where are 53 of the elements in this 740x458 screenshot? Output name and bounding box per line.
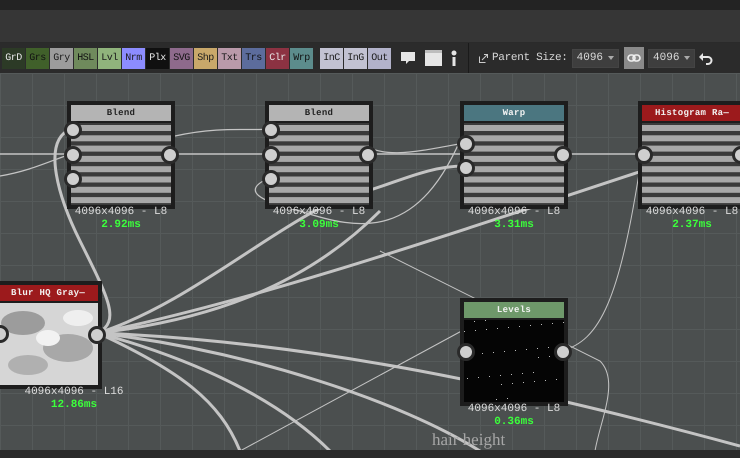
caret-icon (608, 56, 614, 60)
filter-button[interactable]: Clr (266, 48, 289, 68)
node-time: 3.09ms (299, 219, 339, 231)
node-time: 2.92ms (101, 219, 141, 231)
filter-button[interactable]: Lvl (98, 48, 121, 68)
node-time: 12.86ms (50, 399, 98, 411)
width-dropdown[interactable]: 4096 (572, 48, 620, 68)
parent-size-label: Parent Size: (492, 52, 568, 64)
filter-button[interactable]: Out (368, 48, 391, 68)
node-title: Histogram Ra— (642, 105, 740, 121)
filter-button[interactable]: Plx (146, 48, 169, 68)
filter-button[interactable]: Nrm (122, 48, 145, 68)
node-title: Blend (71, 105, 171, 121)
input-port[interactable] (635, 146, 653, 164)
node-title: Blend (269, 105, 369, 121)
filter-button[interactable]: HSL (74, 48, 97, 68)
filter-button[interactable]: Gry (50, 48, 73, 68)
comment-icon[interactable] (400, 50, 416, 66)
output-port[interactable] (554, 146, 572, 164)
node-title: Blur HQ Gray— (0, 285, 98, 301)
input-port[interactable] (457, 343, 475, 361)
caption-text: hair height (432, 431, 506, 449)
filter-button[interactable]: GrD (2, 48, 25, 68)
height-dropdown[interactable]: 4096 (648, 48, 696, 68)
node-time: 2.37ms (672, 219, 712, 231)
node-resolution: 4096x4096 - L16 (24, 386, 124, 398)
input-port[interactable] (262, 121, 280, 139)
input-port[interactable] (262, 170, 280, 188)
filter-button[interactable]: InG (344, 48, 367, 68)
node-time: 0.36ms (494, 416, 534, 428)
link-button[interactable] (624, 47, 644, 69)
external-link-icon (479, 54, 488, 62)
node-resolution: 4096x4096 - L8 (74, 206, 168, 218)
caret-icon (684, 56, 690, 60)
input-port[interactable] (64, 170, 82, 188)
chain-link-icon (627, 54, 642, 62)
undo-icon[interactable] (699, 51, 714, 65)
filter-button[interactable]: Trs (242, 48, 265, 68)
filter-button[interactable]: Wrp (290, 48, 313, 68)
filter-button[interactable]: Shp (194, 48, 217, 68)
node-resolution: 4096x4096 - L8 (646, 206, 738, 218)
node-resolution: 4096x4096 - L8 (468, 403, 560, 415)
node-title: Warp (464, 105, 564, 121)
filter-button[interactable]: Txt (218, 48, 241, 68)
filter-button[interactable]: InC (320, 48, 343, 68)
node-time: 3.31ms (494, 219, 534, 231)
input-port[interactable] (262, 146, 280, 164)
node-title: Levels (464, 302, 564, 318)
output-port[interactable] (161, 146, 179, 164)
input-port[interactable] (64, 146, 82, 164)
input-port[interactable] (457, 159, 475, 177)
input-port[interactable] (457, 135, 475, 153)
filter-button[interactable]: SVG (170, 48, 193, 68)
